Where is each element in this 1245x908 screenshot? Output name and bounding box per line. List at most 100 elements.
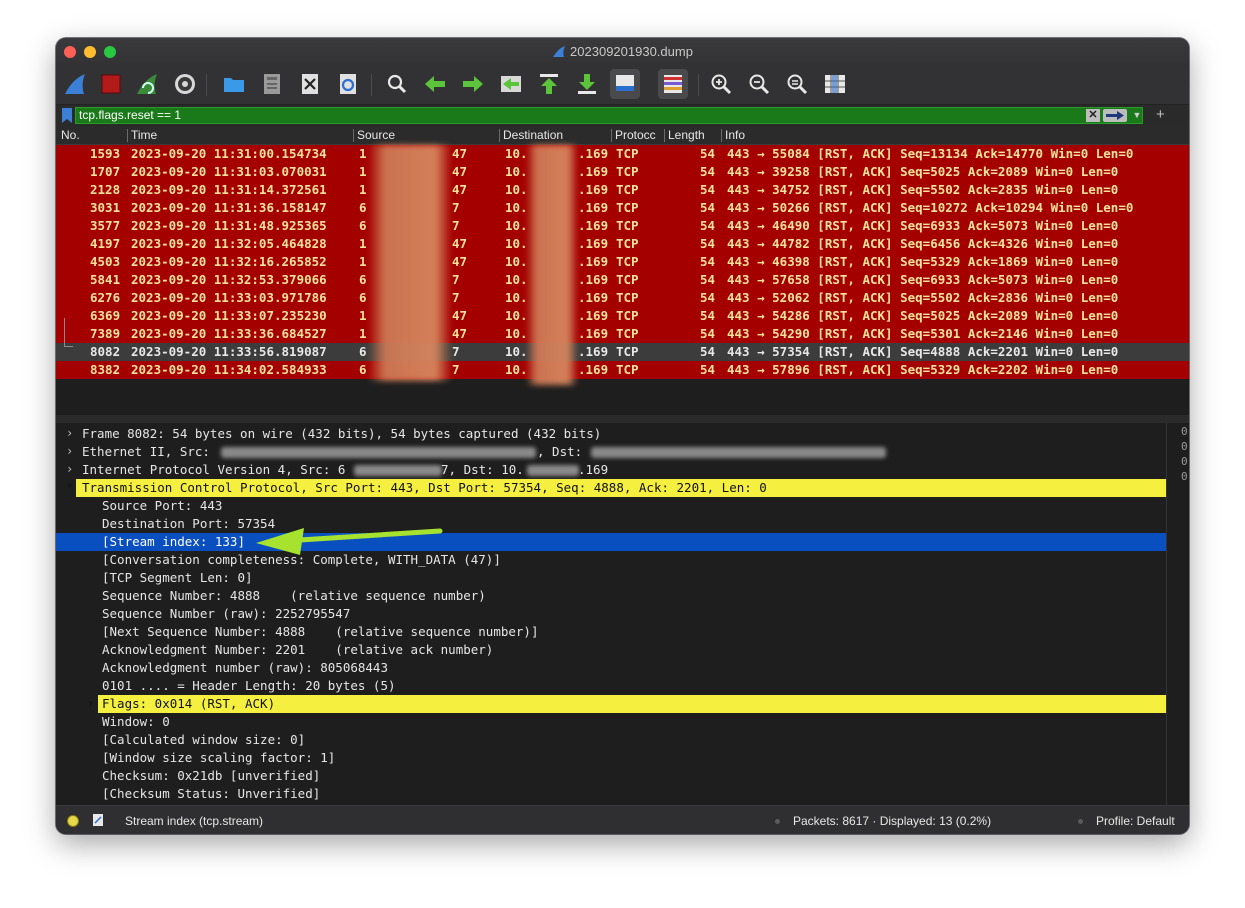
column-length[interactable]: Length	[668, 128, 705, 142]
stop-icon[interactable]	[96, 69, 126, 99]
open-file-icon[interactable]	[219, 69, 249, 99]
packet-row[interactable]: 1593 2023-09-20 11:31:00.154734 1 47 10. .169…	[56, 145, 1189, 163]
detail-row[interactable]: 0101 .... = Header Length: 20 bytes (5)	[56, 677, 1166, 695]
packet-destination-tail: .169	[578, 290, 609, 305]
window-title-text: 202309201930.dump	[570, 44, 693, 59]
packet-destination: 10.	[505, 290, 528, 305]
detail-row[interactable]: Destination Port: 57354	[56, 515, 1166, 533]
detail-row[interactable]: › Flags: 0x014 (RST, ACK)	[87, 695, 1166, 713]
packet-time: 2023-09-20 11:32:53.379066	[131, 272, 327, 287]
packet-destination: 10.	[505, 344, 528, 359]
detail-row[interactable]: [Checksum Status: Unverified]	[56, 785, 1166, 803]
column-time[interactable]: Time	[131, 128, 157, 142]
detail-row[interactable]: [Stream index: 133]	[56, 533, 1166, 551]
column-destination[interactable]: Destination	[503, 128, 563, 142]
packet-row[interactable]: 7389 2023-09-20 11:33:36.684527 1 47 10. .169…	[56, 325, 1189, 343]
go-last-icon[interactable]	[572, 69, 602, 99]
column-no[interactable]: No.	[61, 128, 80, 142]
detail-row[interactable]: Source Port: 443	[56, 497, 1166, 515]
detail-row[interactable]: Sequence Number: 4888 (relative sequence…	[56, 587, 1166, 605]
packet-no: 7389	[90, 326, 121, 341]
packet-info: 443 → 46398 [RST, ACK] Seq=5329 Ack=1869…	[727, 254, 1119, 269]
go-back-icon[interactable]	[420, 69, 450, 99]
conversation-bracket	[64, 318, 65, 346]
go-to-packet-icon[interactable]	[496, 69, 526, 99]
packet-row[interactable]: 6276 2023-09-20 11:33:03.971786 6 7 10. .169 T…	[56, 289, 1189, 307]
chevron-right-icon[interactable]: ›	[66, 426, 78, 440]
packet-row[interactable]: 8082 2023-09-20 11:33:56.819087 6 7 10. .169 T…	[56, 343, 1189, 361]
chevron-right-icon[interactable]: ›	[66, 444, 78, 458]
detail-row[interactable]: Acknowledgment number (raw): 805068443	[56, 659, 1166, 677]
packet-source: 1	[359, 254, 367, 269]
detail-row[interactable]: [Conversation completeness: Complete, WI…	[56, 551, 1166, 569]
packet-no: 4197	[90, 236, 121, 251]
detail-row[interactable]: [Calculated window size: 0]	[56, 731, 1166, 749]
detail-row[interactable]: › Ethernet II, Src: , Dst:	[56, 443, 1166, 461]
chevron-right-icon[interactable]: ›	[66, 462, 78, 476]
detail-row[interactable]: [Next Sequence Number: 4888 (relative se…	[56, 623, 1166, 641]
packet-row[interactable]: 5841 2023-09-20 11:32:53.379066 6 7 10. .169 T…	[56, 271, 1189, 289]
bookmark-icon[interactable]	[62, 108, 72, 123]
reload-icon[interactable]	[333, 69, 363, 99]
packet-row[interactable]: 4197 2023-09-20 11:32:05.464828 1 47 10. .169…	[56, 235, 1189, 253]
restart-capture-icon[interactable]	[132, 69, 162, 99]
detail-row[interactable]: Acknowledgment Number: 2201 (relative ac…	[56, 641, 1166, 659]
packet-row[interactable]: 2128 2023-09-20 11:31:14.372561 1 47 10. .169…	[56, 181, 1189, 199]
chevron-right-icon[interactable]: ›	[87, 696, 99, 710]
add-filter-button[interactable]: +	[1156, 106, 1165, 123]
packet-row[interactable]: 8382 2023-09-20 11:34:02.584933 6 7 10. .169 T…	[56, 361, 1189, 379]
detail-row[interactable]: [Window size scaling factor: 1]	[56, 749, 1166, 767]
detail-row[interactable]: Window: 0	[56, 713, 1166, 731]
detail-row[interactable]: › Internet Protocol Version 4, Src: 6 7, D…	[56, 461, 1166, 479]
packet-info: 443 → 54290 [RST, ACK] Seq=5301 Ack=2146…	[727, 326, 1119, 341]
pane-splitter[interactable]	[56, 415, 1189, 423]
packet-row[interactable]: 6369 2023-09-20 11:33:07.235230 1 47 10. .169…	[56, 307, 1189, 325]
go-first-icon[interactable]	[534, 69, 564, 99]
zoom-in-icon[interactable]	[706, 69, 736, 99]
packet-length: 54	[700, 200, 716, 215]
filter-history-dropdown[interactable]: ▼	[1130, 109, 1144, 122]
find-packet-icon[interactable]	[382, 69, 412, 99]
resize-columns-icon[interactable]	[820, 69, 850, 99]
chevron-down-icon[interactable]: ⌄	[66, 475, 78, 489]
packet-destination: 10.	[505, 254, 528, 269]
capture-comment-icon[interactable]	[92, 813, 104, 827]
redacted-ip	[527, 465, 579, 476]
status-profile[interactable]: Profile: Default	[1096, 814, 1175, 828]
zoom-out-icon[interactable]	[744, 69, 774, 99]
detail-row[interactable]: [TCP Segment Len: 0]	[56, 569, 1166, 587]
packet-protocol: TCP	[616, 362, 639, 377]
packet-no: 8382	[90, 362, 121, 377]
packet-length: 54	[700, 362, 716, 377]
apply-filter-button[interactable]	[1103, 109, 1127, 122]
detail-text: Transmission Control Protocol, Src Port:…	[82, 480, 767, 495]
packet-source-tail: 7	[452, 200, 460, 215]
clear-filter-button[interactable]: ✕	[1086, 109, 1100, 122]
colorize-icon[interactable]	[658, 69, 688, 99]
detail-row[interactable]: › Frame 8082: 54 bytes on wire (432 bits)…	[56, 425, 1166, 443]
capture-options-icon[interactable]	[170, 69, 200, 99]
packet-source: 1	[359, 308, 367, 323]
expert-info-indicator[interactable]	[67, 815, 79, 827]
detail-row[interactable]: Checksum: 0x21db [unverified]	[56, 767, 1166, 785]
packet-row[interactable]: 4503 2023-09-20 11:32:16.265852 1 47 10. .169…	[56, 253, 1189, 271]
packet-no: 5841	[90, 272, 121, 287]
shark-fin-start-icon[interactable]	[60, 69, 90, 99]
auto-scroll-icon[interactable]	[610, 69, 640, 99]
detail-row[interactable]: ⌄ Transmission Control Protocol, Src Port…	[66, 475, 1166, 497]
detail-row[interactable]: Sequence Number (raw): 2252795547	[56, 605, 1166, 623]
packet-source-tail: 47	[452, 254, 468, 269]
close-file-icon[interactable]	[295, 69, 325, 99]
display-filter-input[interactable]: tcp.flags.reset == 1	[75, 107, 1143, 124]
column-protocol[interactable]: Protocc	[615, 128, 656, 142]
column-info[interactable]: Info	[725, 128, 745, 142]
packet-row[interactable]: 3577 2023-09-20 11:31:48.925365 6 7 10. .169 T…	[56, 217, 1189, 235]
packet-row[interactable]: 3031 2023-09-20 11:31:36.158147 6 7 10. .169 T…	[56, 199, 1189, 217]
normal-size-icon[interactable]	[782, 69, 812, 99]
column-source[interactable]: Source	[357, 128, 395, 142]
save-file-icon[interactable]	[257, 69, 287, 99]
detail-text: [Checksum Status: Unverified]	[102, 786, 321, 801]
packet-destination-tail: .169	[578, 164, 609, 179]
go-forward-icon[interactable]	[458, 69, 488, 99]
packet-row[interactable]: 1707 2023-09-20 11:31:03.070031 1 47 10. .169…	[56, 163, 1189, 181]
